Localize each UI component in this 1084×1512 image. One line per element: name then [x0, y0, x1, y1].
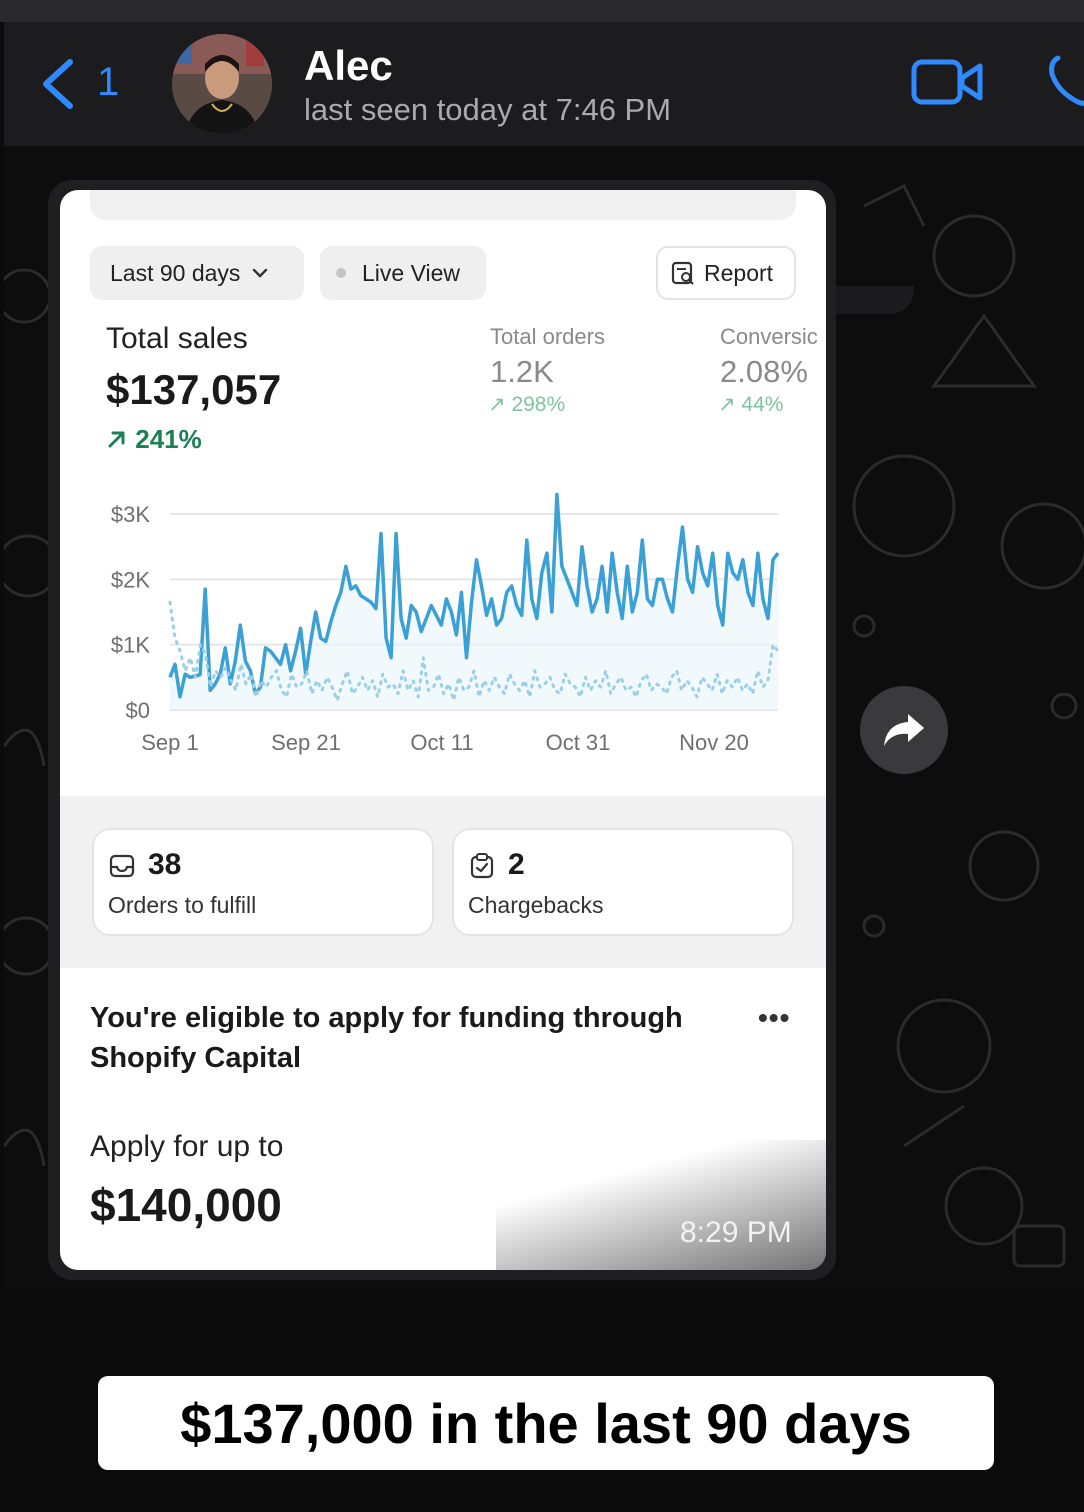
date-range-label: Last 90 days: [110, 259, 241, 286]
orders-to-fulfill-card[interactable]: 38 Orders to fulfill: [92, 828, 434, 936]
capital-eligibility-title: You're eligible to apply for funding thr…: [90, 1002, 683, 1074]
caption-text: $137,000 in the last 90 days: [180, 1391, 912, 1455]
forward-button[interactable]: [860, 686, 948, 774]
avatar[interactable]: [172, 34, 272, 134]
apply-label: Apply for up to: [90, 1130, 284, 1163]
live-view-label: Live View: [362, 259, 461, 286]
video-call-icon[interactable]: [910, 56, 986, 108]
total-orders-value: 1.2K: [490, 354, 554, 389]
total-orders-change-value: 298%: [511, 393, 566, 416]
y-tick-label: $2K: [111, 567, 150, 592]
total-sales-label: Total sales: [106, 322, 248, 355]
message-timestamp: 8:29 PM: [680, 1216, 792, 1249]
last-seen-status: last seen today at 7:46 PM: [304, 92, 672, 127]
status-dot-icon: [336, 268, 346, 278]
y-tick-label: $0: [126, 698, 150, 723]
x-tick-label: Sep 1: [141, 730, 199, 755]
chevron-down-icon: [253, 268, 268, 278]
live-view-button[interactable]: Live View: [320, 246, 486, 300]
arrow-up-right-icon: ↗: [488, 393, 506, 416]
total-orders-change: ↗ 298%: [488, 392, 565, 417]
date-range-dropdown[interactable]: Last 90 days: [90, 246, 304, 300]
orders-to-fulfill-label: Orders to fulfill: [108, 892, 257, 918]
report-button[interactable]: Report: [656, 246, 796, 300]
phone-icon[interactable]: [1048, 52, 1084, 108]
report-label: Report: [704, 259, 774, 286]
timestamp-shade: [496, 1140, 826, 1270]
report-icon: [671, 261, 694, 285]
chevron-left-icon[interactable]: [38, 58, 78, 110]
unread-count[interactable]: 1: [97, 60, 119, 105]
y-tick-label: $1K: [111, 633, 150, 658]
sales-chart: $3K $2K $1K $0 Sep 1 Sep 21 Oct 11 Oct 31 Nov 20: [111, 492, 780, 755]
orders-to-fulfill-count: 38: [148, 848, 182, 881]
total-sales-value: $137,057: [106, 366, 282, 413]
clipboard-check-icon: [470, 853, 494, 879]
top-strip: [90, 190, 796, 220]
contact-name[interactable]: Alec: [304, 42, 393, 90]
caption-box: $137,000 in the last 90 days: [98, 1376, 994, 1470]
y-tick-label: $3K: [111, 502, 150, 527]
conversion-label: Conversic: [720, 324, 818, 349]
chargebacks-count: 2: [508, 848, 525, 881]
chargebacks-card[interactable]: 2 Chargebacks: [452, 828, 794, 936]
x-tick-label: Oct 11: [410, 730, 473, 755]
chargebacks-label: Chargebacks: [468, 892, 604, 918]
conversion-value: 2.08%: [720, 354, 808, 389]
more-options-icon[interactable]: •••: [758, 1002, 790, 1034]
conversion-change: ↗ 44%: [718, 392, 783, 417]
x-tick-label: Sep 21: [271, 730, 341, 755]
x-tick-label: Nov 20: [679, 730, 749, 755]
arrow-up-right-icon: [108, 431, 125, 448]
apply-amount: $140,000: [90, 1179, 282, 1231]
total-sales-change-value: 241%: [135, 424, 202, 454]
total-orders-label: Total orders: [490, 324, 605, 349]
total-sales-change: 241%: [106, 424, 202, 455]
status-bar-strip: [0, 0, 1084, 22]
x-tick-label: Oct 31: [546, 730, 611, 755]
arrow-up-right-icon: ↗: [718, 393, 736, 416]
forward-icon: [884, 714, 924, 746]
inbox-icon: [109, 854, 135, 878]
shopify-screenshot[interactable]: Last 90 days Live View Report Total sale…: [60, 190, 826, 1270]
conversion-change-value: 44%: [741, 393, 784, 416]
